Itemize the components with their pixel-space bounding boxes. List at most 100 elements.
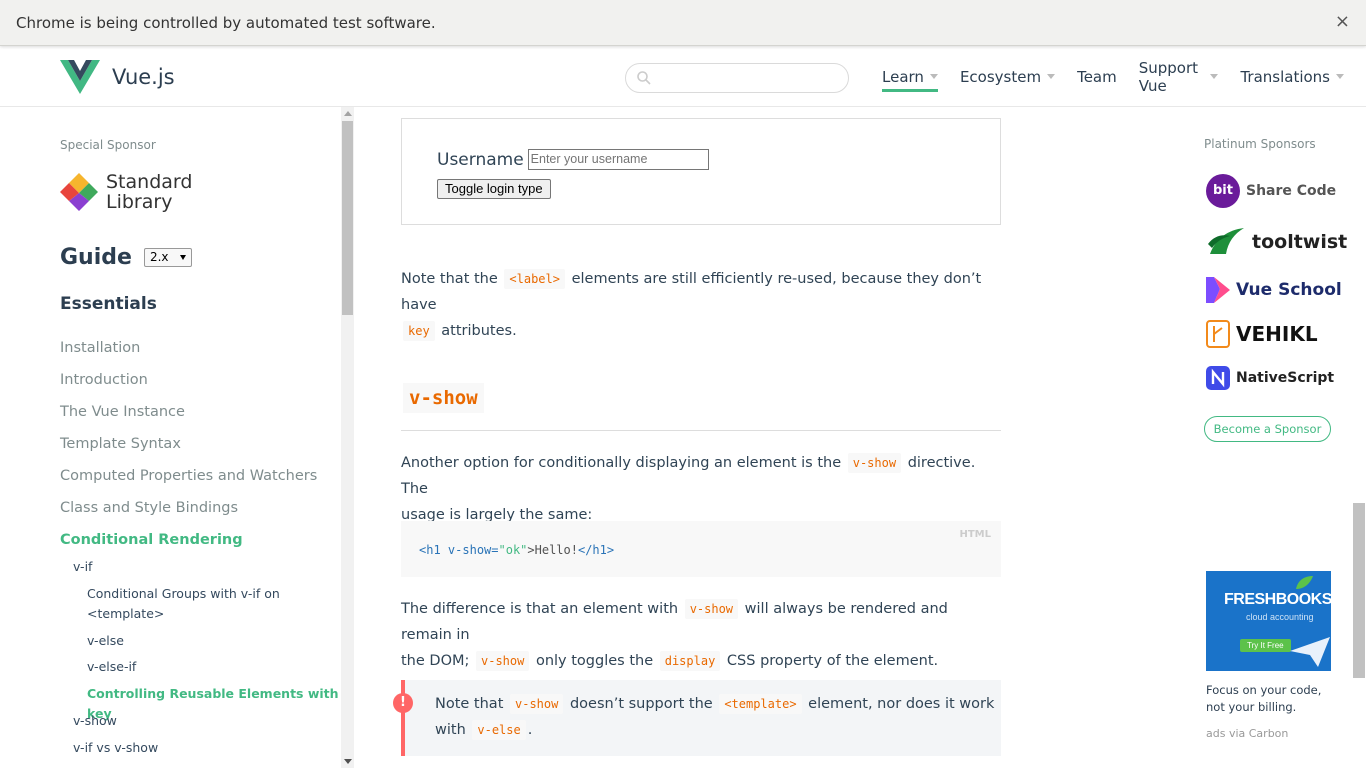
sidebar-item-conditional-rendering[interactable]: Conditional Rendering — [60, 528, 317, 560]
sub-item-v-else[interactable]: v-else — [87, 631, 124, 651]
section-essentials: Essentials — [60, 294, 157, 314]
nav-support-vue[interactable]: Support Vue — [1139, 59, 1219, 95]
sub-item-v-show[interactable]: v-show — [73, 711, 117, 731]
sidebar-scroll-thumb[interactable] — [342, 121, 353, 315]
version-select[interactable]: 2.x — [143, 248, 192, 267]
sidebar-item-installation[interactable]: Installation — [60, 336, 317, 368]
text: attributes. — [441, 323, 517, 339]
sidebar-item-template-syntax[interactable]: Template Syntax — [60, 432, 317, 464]
bit-logo-icon: bit — [1206, 174, 1240, 208]
paper-plane-icon — [1290, 637, 1330, 667]
guide-title: Guide — [60, 245, 132, 270]
main-nav: Learn Ecosystem Team Support Vue Transla… — [882, 46, 1366, 107]
inline-code: <label> — [504, 269, 565, 289]
become-sponsor-button[interactable]: Become a Sponsor — [1204, 416, 1331, 442]
standard-library-logo-icon — [60, 173, 98, 211]
ad-try-button: Try It Free — [1240, 639, 1291, 652]
nav-support-label: Support Vue — [1138, 58, 1199, 95]
text: Another option for conditionally display… — [401, 455, 842, 471]
sub-item-v-else-if[interactable]: v-else-if — [87, 657, 136, 677]
text: Note that — [435, 696, 504, 712]
standard-library-sponsor[interactable]: Standard Library — [60, 172, 192, 212]
nav-ecosystem[interactable]: Ecosystem — [959, 63, 1056, 91]
paragraph-reuse: Note that the <label> elements are still… — [401, 266, 1001, 344]
page-scrollbar[interactable] — [1352, 107, 1366, 768]
chevron-down-icon — [179, 255, 186, 260]
site-header: Vue.js Learn Ecosystem Team Support Vue … — [0, 46, 1366, 107]
sponsor-name-line2: Library — [106, 191, 173, 213]
tooltwist-logo-icon — [1208, 228, 1244, 254]
scroll-down-icon[interactable] — [344, 759, 352, 764]
code-text: <h1 v-show="ok">Hello!</h1> — [419, 543, 614, 557]
code-token: "ok" — [498, 543, 528, 557]
sidebar-item-computed[interactable]: Computed Properties and Watchers — [60, 464, 317, 496]
text: The difference is that an element with — [401, 601, 679, 617]
version-value: 2.x — [149, 250, 169, 264]
text: doesn’t support the — [569, 696, 713, 712]
sponsor-label: VEHIKL — [1236, 322, 1318, 346]
code-token: v-show= — [447, 543, 499, 557]
sponsor-nativescript[interactable]: NativeScript — [1206, 366, 1334, 390]
demo-box: Username Enter your username Toggle logi… — [401, 118, 1001, 225]
text: the DOM; — [401, 653, 470, 669]
inline-code: v-show — [476, 651, 530, 671]
ad-title: FRESHBOOKS — [1224, 591, 1331, 608]
logo-text: Vue.js — [112, 65, 175, 89]
nav-team[interactable]: Team — [1077, 63, 1117, 91]
text: CSS property of the element. — [726, 653, 939, 669]
sponsor-vue-school[interactable]: Vue School — [1206, 277, 1342, 303]
page-scroll-thumb[interactable] — [1353, 503, 1365, 678]
sponsor-vehikl[interactable]: VEHIKL — [1206, 320, 1318, 348]
sub-item-conditional-groups[interactable]: Conditional Groups with v-if on — [87, 584, 280, 604]
ad-description[interactable]: Focus on your code, not your billing. — [1206, 682, 1336, 716]
inline-code: display — [659, 651, 721, 671]
vue-logo[interactable]: Vue.js — [60, 60, 175, 94]
text: with — [435, 722, 466, 738]
text: element, nor does it work — [808, 696, 995, 712]
code-token: <h1 — [419, 543, 441, 557]
chevron-down-icon — [1210, 74, 1219, 79]
sponsor-bit[interactable]: bit Share Code — [1206, 174, 1336, 208]
sub-item-v-if[interactable]: v-if — [73, 557, 92, 577]
nav-ecosystem-label: Ecosystem — [959, 67, 1042, 86]
ad-subtitle: cloud accounting — [1246, 612, 1314, 622]
close-icon[interactable]: × — [1335, 11, 1350, 32]
freshbooks-ad[interactable]: FRESHBOOKS cloud accounting Try It Free — [1206, 571, 1331, 671]
sponsor-tooltwist[interactable]: tooltwist — [1206, 224, 1347, 260]
leaf-icon — [1296, 576, 1313, 589]
paragraph-difference: The difference is that an element with v… — [401, 596, 1001, 674]
scroll-up-icon[interactable] — [344, 111, 352, 116]
warning-tip: ! Note that v-show doesn’t support the <… — [393, 680, 1001, 756]
ads-via-carbon[interactable]: ads via Carbon — [1206, 727, 1288, 740]
sidebar-list: Installation Introduction The Vue Instan… — [60, 336, 317, 560]
nav-translations[interactable]: Translations — [1240, 63, 1344, 91]
sponsor-label: tooltwist — [1252, 231, 1348, 253]
sidebar-scrollbar[interactable] — [341, 107, 354, 768]
nav-learn[interactable]: Learn — [882, 62, 938, 92]
vue-logo-icon — [60, 60, 100, 94]
sidebar-item-vue-instance[interactable]: The Vue Instance — [60, 400, 317, 432]
chevron-down-icon — [1047, 74, 1056, 79]
paragraph-v-show-intro: Another option for conditionally display… — [401, 450, 1001, 528]
search-input[interactable] — [625, 63, 849, 93]
toggle-login-button[interactable]: Toggle login type — [437, 179, 551, 199]
infobar-message: Chrome is being controlled by automated … — [16, 13, 436, 32]
sub-item-v-if-vs-v-show[interactable]: v-if vs v-show — [73, 738, 158, 758]
nav-team-label: Team — [1077, 67, 1117, 86]
platinum-sponsors-label: Platinum Sponsors — [1204, 137, 1316, 151]
search-icon — [637, 71, 651, 85]
sponsor-label: Share Code — [1246, 183, 1337, 199]
sub-item-reusable-elements[interactable]: Controlling Reusable Elements with key — [87, 684, 340, 724]
username-label: Username — [437, 149, 524, 170]
username-input[interactable]: Enter your username — [527, 149, 709, 170]
sponsor-label: Vue School — [1236, 280, 1342, 300]
chevron-down-icon — [929, 74, 938, 79]
sidebar-item-class-style[interactable]: Class and Style Bindings — [60, 496, 317, 528]
sub-item-conditional-groups-2[interactable]: <template> — [87, 604, 164, 624]
guide-header: Guide 2.x — [60, 245, 192, 270]
text: only toggles the — [535, 653, 654, 669]
sidebar-item-introduction[interactable]: Introduction — [60, 368, 317, 400]
code-lang-label: HTML — [959, 529, 991, 540]
sidebar: Special Sponsor Standard Library Guide 2… — [0, 107, 340, 768]
code-token: </h1> — [577, 543, 615, 557]
